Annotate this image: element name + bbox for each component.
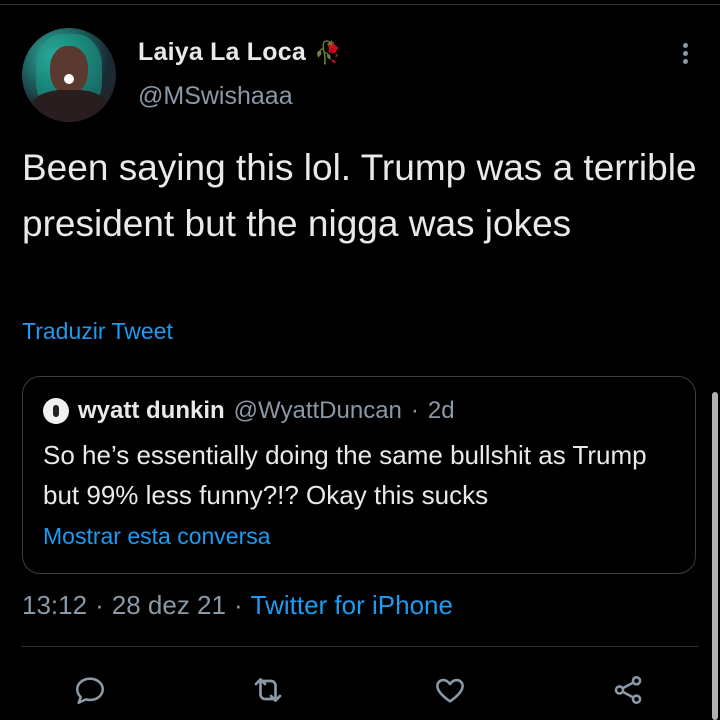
meta-separator: ·: [233, 590, 243, 620]
translate-tweet-link[interactable]: Traduzir Tweet: [22, 318, 173, 345]
share-button[interactable]: [608, 670, 648, 710]
like-icon: [436, 678, 464, 703]
avatar-body: [32, 90, 108, 122]
reply-button[interactable]: [70, 670, 110, 710]
tweet-time[interactable]: 13:12: [22, 590, 87, 621]
action-bar: [0, 668, 720, 712]
tweet-source-link[interactable]: Twitter for iPhone: [251, 590, 453, 621]
tweet-date[interactable]: 28 dez 21: [112, 590, 226, 621]
top-divider: [0, 4, 720, 5]
quoted-author-avatar: [43, 398, 69, 424]
quoted-tweet-age: 2d: [427, 397, 455, 424]
scrollbar[interactable]: [712, 392, 718, 720]
quoted-tweet-header: wyatt dunkin @WyattDuncan · 2d: [43, 397, 455, 425]
quoted-author-name: wyatt dunkin: [78, 397, 225, 424]
tweet-text: Been saying this lol. Trump was a terrib…: [22, 147, 697, 244]
show-conversation-link[interactable]: Mostrar esta conversa: [43, 523, 271, 550]
like-button[interactable]: [430, 670, 470, 710]
author-name-row[interactable]: Laiya La Loca 🥀: [138, 38, 341, 67]
meta-separator: ·: [95, 590, 104, 620]
author-avatar[interactable]: [22, 28, 116, 122]
quoted-author-handle: @WyattDuncan: [233, 397, 402, 424]
avatar-detail: [64, 74, 74, 84]
actions-divider: [22, 646, 698, 647]
quoted-tweet-text: So he’s essentially doing the same bulls…: [43, 440, 647, 510]
reply-icon: [75, 677, 105, 705]
author-name[interactable]: Laiya La Loca: [138, 38, 306, 67]
more-options-icon[interactable]: [676, 40, 694, 70]
author-handle[interactable]: @MSwishaaa: [138, 82, 293, 111]
avatar-face: [50, 46, 88, 94]
retweet-button[interactable]: [248, 670, 288, 710]
share-icon: [614, 675, 642, 705]
quoted-separator: ·: [410, 397, 419, 424]
retweet-icon: [254, 678, 282, 702]
tweet-metadata: 13:12 · 28 dez 21 · Twitter for iPhone: [22, 590, 453, 621]
rose-emoji-icon: 🥀: [313, 39, 342, 65]
quoted-tweet[interactable]: wyatt dunkin @WyattDuncan · 2d So he’s e…: [22, 376, 696, 574]
